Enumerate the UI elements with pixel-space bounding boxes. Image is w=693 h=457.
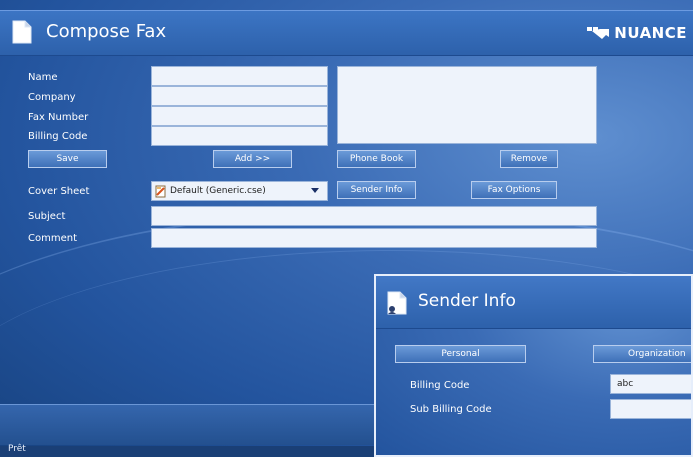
name-field[interactable] <box>151 66 328 86</box>
window-title: Compose Fax <box>46 21 167 42</box>
billing-code-field[interactable] <box>151 126 328 146</box>
status-text: Prêt <box>8 444 26 454</box>
sender-info-titlebar: Sender Info <box>376 276 691 329</box>
billing-code-label: Billing Code <box>28 131 88 142</box>
cover-sheet-value: Default (Generic.cse) <box>170 186 266 196</box>
sender-billing-code-label: Billing Code <box>410 380 470 391</box>
save-button[interactable]: Save <box>28 150 107 168</box>
chevron-down-icon[interactable] <box>311 188 319 194</box>
cover-sheet-select[interactable]: Default (Generic.cse) <box>151 181 328 201</box>
subject-field[interactable] <box>151 206 597 226</box>
compose-fax-titlebar: Compose Fax NUANCE <box>0 10 693 56</box>
sub-billing-code-label: Sub Billing Code <box>410 404 492 415</box>
nuance-logo-icon <box>587 27 610 39</box>
cover-sheet-label: Cover Sheet <box>28 186 90 197</box>
add-button[interactable]: Add >> <box>213 150 292 168</box>
organization-button[interactable]: Organization <box>593 345 691 363</box>
sender-info-button[interactable]: Sender Info <box>337 181 416 199</box>
recipients-list[interactable] <box>337 66 597 144</box>
subject-label: Subject <box>28 211 66 222</box>
document-icon <box>12 20 32 44</box>
sender-info-window: Sender Info Personal Organization Billin… <box>374 274 693 457</box>
phone-book-button[interactable]: Phone Book <box>337 150 416 168</box>
remove-button[interactable]: Remove <box>500 150 558 168</box>
sub-billing-code-field[interactable] <box>610 399 691 419</box>
nuance-logo: NUANCE <box>586 23 687 43</box>
nuance-logo-text: NUANCE <box>614 24 687 42</box>
comment-label: Comment <box>28 233 77 244</box>
fax-number-field[interactable] <box>151 106 328 126</box>
fax-number-label: Fax Number <box>28 112 89 123</box>
company-label: Company <box>28 92 76 103</box>
name-label: Name <box>28 72 58 83</box>
company-field[interactable] <box>151 86 328 106</box>
sender-billing-code-field[interactable]: abc <box>610 374 691 394</box>
comment-field[interactable] <box>151 228 597 248</box>
cover-sheet-icon <box>155 185 166 197</box>
sender-info-title: Sender Info <box>418 291 516 311</box>
sender-document-icon <box>387 291 407 315</box>
fax-options-button[interactable]: Fax Options <box>471 181 557 199</box>
personal-button[interactable]: Personal <box>395 345 526 363</box>
